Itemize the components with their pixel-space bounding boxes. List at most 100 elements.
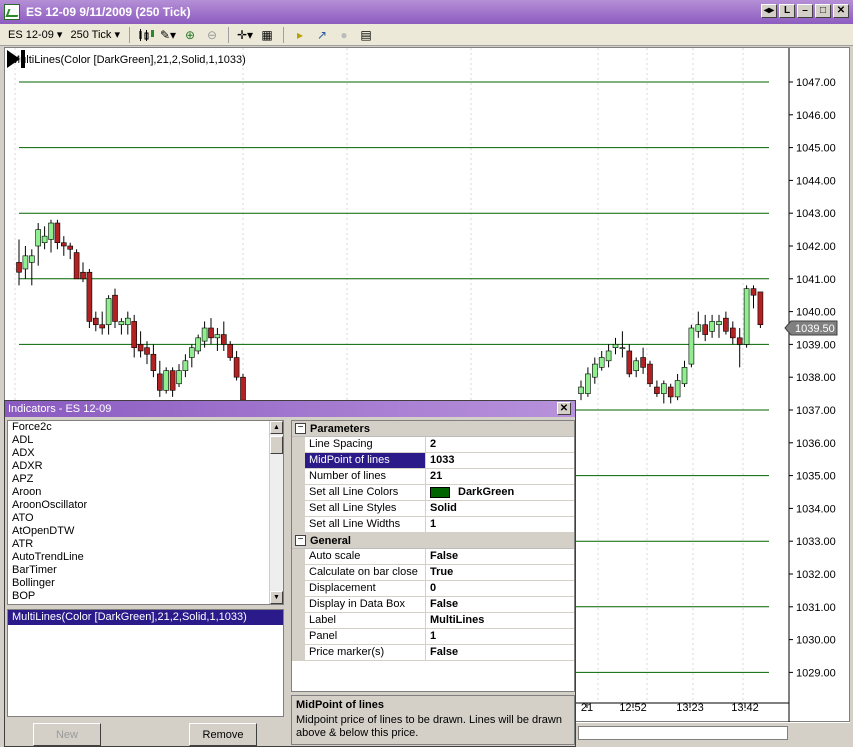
property-value[interactable]: 2 — [426, 437, 574, 452]
indicator-list-item[interactable]: ATR — [8, 538, 283, 551]
indicator-list-item[interactable]: Force2c — [8, 421, 283, 434]
properties-icon[interactable]: ▤ — [357, 27, 375, 43]
new-button[interactable]: New — [33, 723, 101, 746]
indicator-list-item[interactable]: ATO — [8, 512, 283, 525]
candle-body — [233, 357, 240, 378]
property-row[interactable]: Set all Line Styles Solid — [292, 501, 574, 517]
collapse-icon[interactable]: − — [295, 535, 306, 546]
price-tick-label: 1044.00 — [796, 175, 836, 187]
window-title-bar[interactable]: ES 12-09 9/11/2009 (250 Tick) ◂▸ L – □ ✕ — [0, 0, 853, 24]
interval-dropdown[interactable]: 250 Tick ▾ — [68, 28, 122, 41]
remove-button[interactable]: Remove — [189, 723, 257, 746]
applied-indicator-item[interactable]: MultiLines(Color [DarkGreen],21,2,Solid,… — [8, 610, 283, 625]
candle-body — [214, 334, 221, 339]
minimize-button[interactable]: – — [797, 4, 813, 18]
property-row[interactable]: Label MultiLines — [292, 613, 574, 629]
candle-body — [709, 321, 715, 332]
property-row[interactable]: Set all Line Colors DarkGreen — [292, 485, 574, 501]
available-indicators-list[interactable]: Force2c ADL ADX ADXR APZ Aroon AroonOscillator… — [7, 420, 284, 605]
scroll-arrows-button[interactable]: ◂▸ — [761, 4, 777, 18]
candle-body — [578, 386, 584, 394]
drawing-tools-icon[interactable]: ✎▾ — [159, 27, 177, 43]
property-value[interactable]: DarkGreen — [426, 485, 574, 500]
indicators-list-scrollbar[interactable]: ▲ ▼ — [269, 421, 283, 604]
property-value[interactable]: Solid — [426, 501, 574, 516]
collapse-icon[interactable]: − — [295, 423, 306, 434]
property-value[interactable]: 0 — [426, 581, 574, 596]
indicator-list-item[interactable]: Aroon — [8, 486, 283, 499]
property-row[interactable]: Auto scale False — [292, 549, 574, 565]
candle-body — [619, 347, 626, 349]
data-box-icon[interactable]: ▦ — [258, 27, 276, 43]
indicators-dialog: Indicators - ES 12-09 ✕ Force2c ADL ADX ADX… — [4, 400, 576, 747]
toolbar-separator — [283, 26, 284, 43]
property-value[interactable]: 1 — [426, 517, 574, 532]
indicator-list-item[interactable]: AtOpenDTW — [8, 525, 283, 538]
dialog-title: Indicators - ES 12-09 — [8, 403, 112, 415]
candlestick-style-icon[interactable] — [137, 27, 155, 43]
applied-indicators-list[interactable]: MultiLines(Color [DarkGreen],21,2,Solid,… — [7, 609, 284, 717]
maximize-button[interactable]: □ — [815, 4, 831, 18]
candle-body — [605, 350, 612, 362]
property-row[interactable]: Number of lines 21 — [292, 469, 574, 485]
time-tick-label: 13:42 — [731, 702, 759, 714]
scrollbar-thumb[interactable] — [270, 436, 283, 454]
row-gutter — [292, 469, 305, 484]
property-value[interactable]: MultiLines — [426, 613, 574, 628]
scrollbar-thumb[interactable] — [578, 726, 788, 740]
property-row[interactable]: MidPoint of lines 1033 — [292, 453, 574, 469]
property-row[interactable]: Displacement 0 — [292, 581, 574, 597]
property-row[interactable]: Price marker(s) False — [292, 645, 574, 661]
time-tick-label: 21 — [581, 702, 593, 714]
indicators-icon[interactable]: ↗ — [313, 27, 331, 43]
close-button[interactable]: ✕ — [833, 4, 849, 18]
go-to-end-icon[interactable] — [5, 48, 27, 70]
candle-body — [688, 327, 695, 365]
general-category[interactable]: − General — [292, 533, 574, 549]
indicator-list-item[interactable]: BOP — [8, 590, 283, 603]
link-button[interactable]: L — [779, 4, 795, 18]
property-name: Price marker(s) — [305, 645, 426, 660]
strategies-icon[interactable]: ▸ — [291, 27, 309, 43]
indicator-label: MultiLines(Color [DarkGreen],21,2,Solid,… — [11, 54, 246, 66]
crosshair-icon[interactable]: ✛▾ — [236, 27, 254, 43]
property-name: Number of lines — [305, 469, 426, 484]
scroll-up-icon[interactable]: ▲ — [270, 421, 283, 434]
property-value[interactable]: False — [426, 549, 574, 564]
indicator-list-item[interactable]: AutoTrendLine — [8, 551, 283, 564]
property-value[interactable]: 21 — [426, 469, 574, 484]
property-row[interactable]: Set all Line Widths 1 — [292, 517, 574, 533]
price-tick-label: 1034.00 — [796, 503, 836, 515]
indicator-list-item[interactable]: Bollinger — [8, 577, 283, 590]
property-row[interactable]: Panel 1 — [292, 629, 574, 645]
property-row[interactable]: Line Spacing 2 — [292, 437, 574, 453]
row-gutter — [292, 549, 305, 564]
row-gutter — [292, 485, 305, 500]
indicator-list-item[interactable]: APZ — [8, 473, 283, 486]
dialog-close-button[interactable]: ✕ — [557, 402, 571, 415]
indicator-list-item[interactable]: ADXR — [8, 460, 283, 473]
zoom-in-icon[interactable]: ⊕ — [181, 27, 199, 43]
chart-trader-icon[interactable]: ● — [335, 27, 353, 43]
property-value[interactable]: 1 — [426, 629, 574, 644]
candle-body — [633, 360, 640, 371]
dialog-title-bar[interactable]: Indicators - ES 12-09 ✕ — [5, 401, 575, 417]
price-tick-label: 1040.00 — [796, 307, 836, 319]
indicator-list-item[interactable]: ADL — [8, 434, 283, 447]
instrument-dropdown[interactable]: ES 12-09 ▾ — [6, 28, 64, 41]
scroll-down-icon[interactable]: ▼ — [270, 591, 283, 604]
parameters-category[interactable]: − Parameters — [292, 421, 574, 437]
property-value[interactable]: False — [426, 645, 574, 660]
indicator-list-item[interactable]: AroonOscillator — [8, 499, 283, 512]
property-value[interactable]: 1033 — [426, 453, 574, 468]
property-value[interactable]: False — [426, 597, 574, 612]
chart-horizontal-scrollbar[interactable] — [576, 722, 850, 742]
property-row[interactable]: Display in Data Box False — [292, 597, 574, 613]
zoom-out-icon[interactable]: ⊖ — [203, 27, 221, 43]
indicator-list-item[interactable]: ADX — [8, 447, 283, 460]
indicator-list-item[interactable]: BarTimer — [8, 564, 283, 577]
candle-body — [626, 350, 633, 375]
property-row[interactable]: Calculate on bar close True — [292, 565, 574, 581]
property-value[interactable]: True — [426, 565, 574, 580]
row-gutter — [292, 437, 305, 452]
